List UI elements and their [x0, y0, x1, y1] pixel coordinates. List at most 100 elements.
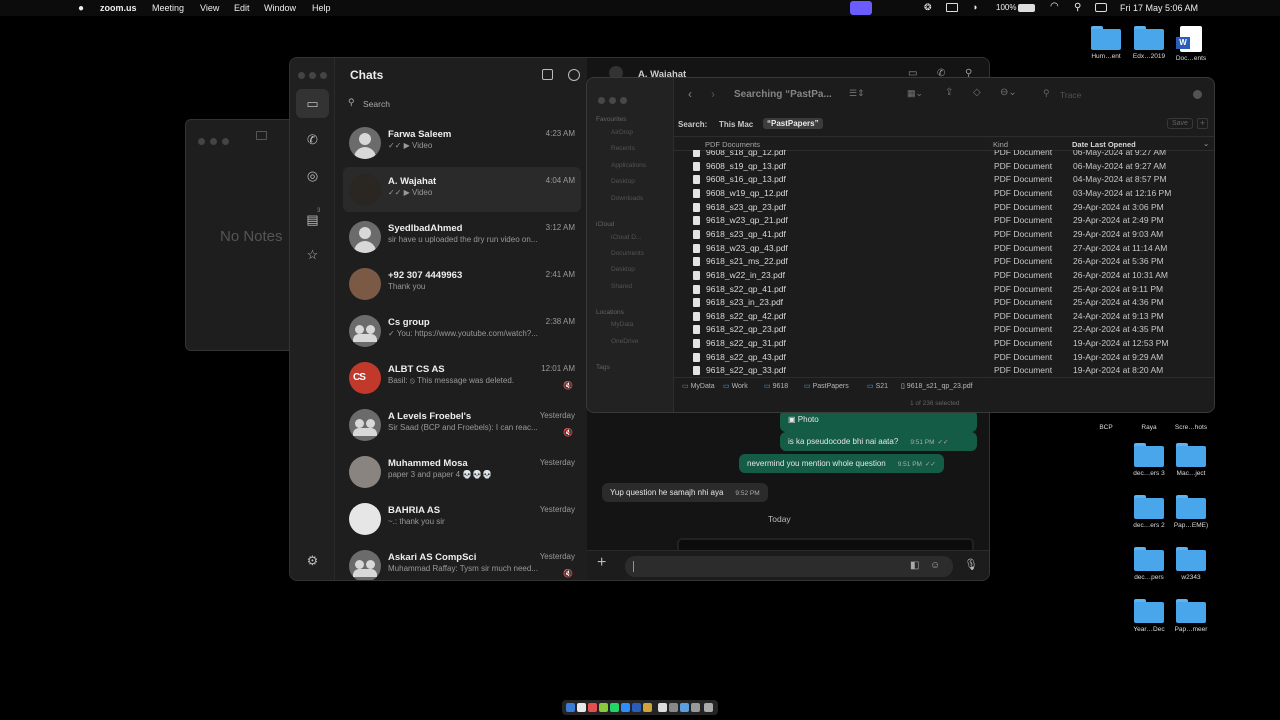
calendar-dock-icon[interactable]	[577, 703, 586, 712]
word-dock-icon[interactable]	[632, 703, 641, 712]
display-icon[interactable]	[946, 3, 958, 12]
desktop-folder[interactable]: w2343	[1168, 547, 1214, 581]
file-row[interactable]: 9618_s22_qp_33.pdf PDF Document 19-Apr-202…	[687, 364, 1207, 377]
menu-window[interactable]: Window	[264, 3, 296, 13]
path-segment[interactable]: ▭ 9618	[764, 382, 788, 390]
search-input[interactable]: ⚲ Search	[343, 95, 581, 113]
trash-dock-icon[interactable]	[704, 703, 713, 712]
desktop-word-doc[interactable]: W Doc…ents	[1168, 26, 1214, 62]
message-outgoing[interactable]: nevermind you mention whole question 9:51…	[739, 454, 944, 473]
scope-pastpapers[interactable]: “PastPapers”	[763, 118, 823, 129]
filter-icon[interactable]	[568, 69, 580, 81]
desktop-folder[interactable]: BCP	[1083, 424, 1129, 431]
desktop-folder[interactable]: Edx…2019	[1126, 26, 1172, 60]
settings-icon[interactable]: ⚙	[304, 552, 321, 569]
file-row[interactable]: 9618_s23_in_23.pdf PDF Document 25-Apr-202…	[687, 296, 1207, 310]
menu-app-name[interactable]: zoom.us	[100, 3, 137, 13]
chat-list-item[interactable]: A. Wajahat ✓✓ ▶ Video 4:04 AM	[343, 167, 581, 212]
chat-list-item[interactable]: Muhammed Mosa paper 3 and paper 4 💀💀💀 Yest…	[343, 449, 581, 494]
desktop-folder[interactable]: Pap…EME)	[1168, 495, 1214, 529]
microphone-icon[interactable]: 🎙	[964, 558, 978, 571]
column-date-last-opened[interactable]: Date Last Opened	[1072, 140, 1136, 149]
add-criteria-icon[interactable]: +	[1197, 118, 1208, 129]
emoji-icon[interactable]: ☺	[930, 560, 940, 571]
desktop-folder[interactable]: Hum…ent	[1083, 26, 1129, 60]
window-controls[interactable]	[198, 132, 234, 150]
apple-icon[interactable]: ●	[78, 3, 84, 14]
chat-list-item[interactable]: BAHRIA AS ~.: thank you sir Yesterday	[343, 496, 581, 541]
more-actions-icon[interactable]: ⊖⌄	[1000, 87, 1017, 98]
file-row[interactable]: 9618_s22_qp_23.pdf PDF Document 22-Apr-202…	[687, 323, 1207, 337]
list-view-icon[interactable]: ☰⇕	[849, 88, 865, 99]
menu-help[interactable]: Help	[312, 3, 331, 13]
file-row[interactable]: 9618_s22_qp_41.pdf PDF Document 25-Apr-202…	[687, 283, 1207, 297]
message-photo[interactable]: ▣ Photo	[780, 410, 977, 432]
desktop-folder[interactable]: dec…pers	[1126, 547, 1172, 581]
file-row[interactable]: 9618_s22_qp_43.pdf PDF Document 19-Apr-202…	[687, 351, 1207, 365]
desktop-folder[interactable]: dec…ers 3	[1126, 443, 1172, 477]
focus-icon[interactable]: ◑	[972, 2, 977, 12]
message-outgoing[interactable]: is ka pseudocode bhi nai aata? 9:51 PM ✓✓	[780, 432, 977, 451]
sidebar-item-airdrop[interactable]: AirDrop	[611, 129, 633, 136]
sort-chevron-icon[interactable]: ⌄	[1203, 139, 1209, 148]
share-icon[interactable]: ⇪	[945, 87, 953, 98]
column-name[interactable]: PDF Documents	[705, 140, 760, 149]
document-dock-icon[interactable]	[669, 703, 678, 712]
control-icon[interactable]: ❂	[924, 2, 932, 13]
folder-dock-icon[interactable]	[680, 703, 689, 712]
desktop-folder[interactable]: Scre…hots	[1168, 424, 1214, 431]
finder-dock-icon[interactable]	[566, 703, 575, 712]
message-incoming[interactable]: Yup question he samajh nhi aya 9:52 PM	[602, 483, 768, 502]
attach-icon[interactable]: +	[597, 554, 606, 572]
status-icon[interactable]: ◎	[304, 167, 321, 184]
file-row[interactable]: 9618_s23_qp_41.pdf PDF Document 29-Apr-202…	[687, 228, 1207, 242]
whatsapp-dock-icon[interactable]	[610, 703, 619, 712]
zoom-dock-icon[interactable]	[621, 703, 630, 712]
wifi-icon[interactable]: ◠	[1050, 1, 1059, 12]
desktop-folder[interactable]: Pap…meer	[1168, 599, 1214, 633]
message-preview-card[interactable]	[677, 538, 974, 550]
document-dock-icon[interactable]	[658, 703, 667, 712]
finder-search-field[interactable]: ⚲ Trace	[1039, 87, 1205, 103]
chat-list-item[interactable]: +92 307 4449963 Thank you 2:41 AM	[343, 261, 581, 306]
sticker-icon[interactable]: ◧	[910, 560, 919, 571]
scope-this-mac[interactable]: This Mac	[719, 120, 753, 129]
file-row[interactable]: 9618_s21_ms_22.pdf PDF Document 26-Apr-202…	[687, 255, 1207, 269]
path-segment[interactable]: ▯ 9618_s21_qp_23.pdf	[901, 382, 973, 390]
app-dock-icon[interactable]	[599, 703, 608, 712]
menu-edit[interactable]: Edit	[234, 3, 250, 13]
path-segment[interactable]: ▭ MyData	[682, 382, 715, 390]
file-row[interactable]: 9608_w19_qp_12.pdf PDF Document 03-May-202…	[687, 187, 1207, 201]
chat-list-item[interactable]: CS ALBT CS AS Basil: ⦸ This message was de…	[343, 355, 581, 400]
zoom-status-icon[interactable]	[850, 1, 872, 15]
menu-clock[interactable]: Fri 17 May 5:06 AM	[1120, 3, 1198, 13]
app-dock-icon[interactable]	[691, 703, 700, 712]
chat-list-item[interactable]: Farwa Saleem ✓✓ ▶ Video 4:23 AM	[343, 120, 581, 165]
path-segment[interactable]: ▭ S21	[867, 382, 888, 390]
message-input[interactable]: ◧ ☺	[625, 556, 953, 577]
path-segment[interactable]: ▭ Work	[723, 382, 748, 390]
starred-icon[interactable]: ☆	[304, 246, 321, 263]
file-row[interactable]: 9608_s19_qp_13.pdf PDF Document 06-May-202…	[687, 160, 1207, 174]
control-center-icon[interactable]	[1095, 3, 1107, 12]
notes-window[interactable]: No Notes	[185, 119, 305, 351]
chat-list-item[interactable]: A Levels Froebel's Sir Saad (BCP and Froe…	[343, 402, 581, 447]
tag-icon[interactable]: ◇	[973, 87, 981, 98]
clear-search-icon[interactable]	[1193, 90, 1202, 99]
spotlight-icon[interactable]: ⚲	[1074, 2, 1081, 13]
path-segment[interactable]: ▭ PastPapers	[804, 382, 849, 390]
desktop-folder[interactable]: Mac…ject	[1168, 443, 1214, 477]
chat-list-item[interactable]: Askari AS CompSci Muhammad Raffay: Tysm s…	[343, 543, 581, 580]
app-dock-icon[interactable]	[588, 703, 597, 712]
finder-window[interactable]: Favourites AirDrop Recents Applications …	[586, 77, 1215, 413]
battery-icon[interactable]	[1018, 4, 1035, 12]
sidebar-toggle-icon[interactable]	[256, 131, 267, 140]
file-row[interactable]: 9618_s22_qp_42.pdf PDF Document 24-Apr-202…	[687, 310, 1207, 324]
file-row[interactable]: 9618_w22_in_23.pdf PDF Document 26-Apr-202…	[687, 269, 1207, 283]
desktop-folder[interactable]: dec…ers 2	[1126, 495, 1172, 529]
window-controls[interactable]	[598, 91, 627, 109]
forward-icon[interactable]: ›	[711, 87, 715, 101]
chat-list-item[interactable]: Cs group ✓ You: https://www.youtube.com/w…	[343, 308, 581, 353]
notes-dock-icon[interactable]	[643, 703, 652, 712]
file-row[interactable]: 9608_s16_qp_13.pdf PDF Document 04-May-202…	[687, 173, 1207, 187]
